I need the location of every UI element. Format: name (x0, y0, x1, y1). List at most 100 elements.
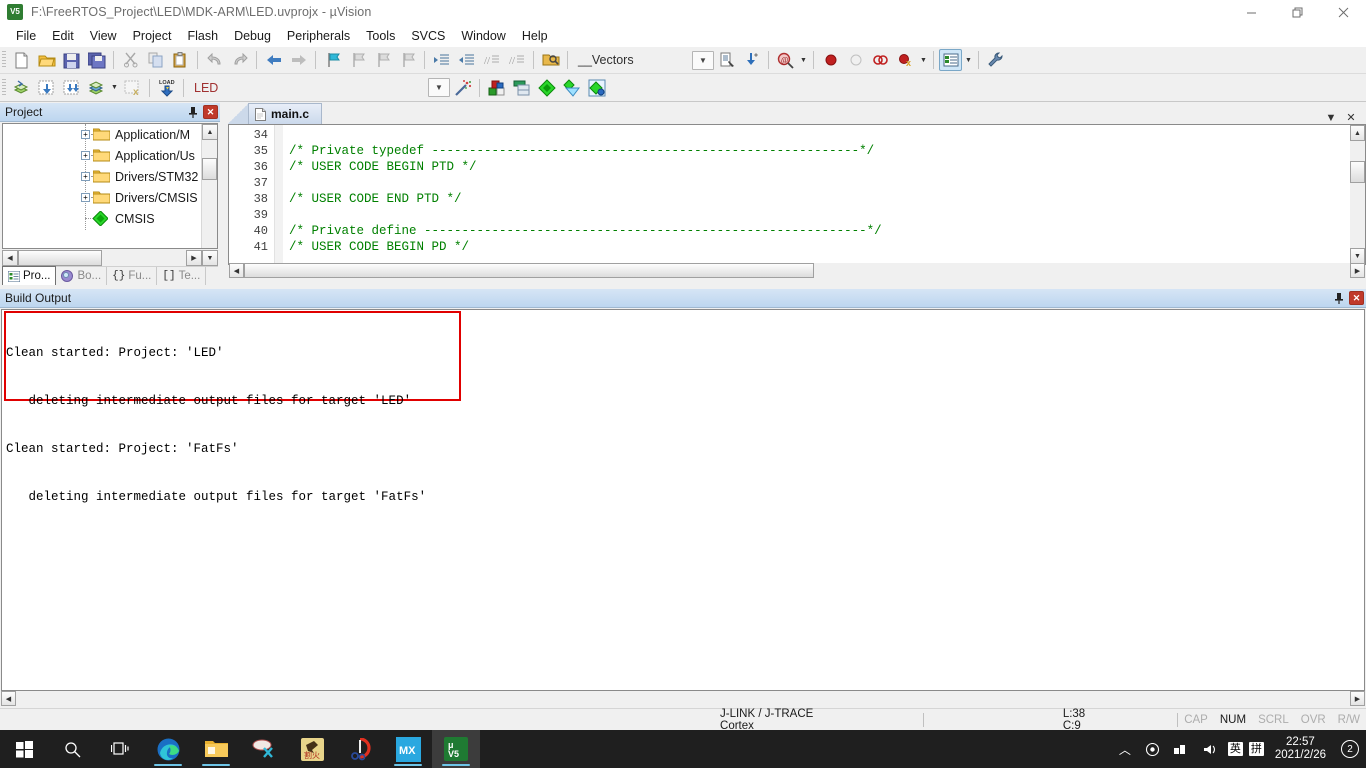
mx-button[interactable]: MX (384, 730, 432, 768)
project-tree-scrollbar-vertical[interactable]: ▲ (201, 124, 217, 248)
expand-icon[interactable]: + (81, 151, 90, 160)
ime-mode-indicator[interactable]: 拼 (1248, 742, 1264, 756)
debug-magnify-icon[interactable]: @ (774, 49, 797, 71)
editor-scrollbar-vertical[interactable]: ▲ ▼ (1350, 125, 1365, 264)
code-editor[interactable]: 34 35 36 37 38 39 40 41 /* Private typed… (228, 124, 1366, 265)
stop-build-icon[interactable]: x (121, 77, 144, 99)
chevron-down-icon[interactable]: ▼ (109, 77, 120, 99)
scroll-thumb[interactable] (202, 158, 217, 180)
scroll-thumb[interactable] (1350, 161, 1365, 183)
chevron-down-icon[interactable]: ▼ (963, 49, 974, 71)
menu-window[interactable]: Window (453, 27, 513, 45)
cut-icon[interactable] (119, 49, 142, 71)
chevron-down-icon[interactable]: ▼ (918, 49, 929, 71)
menu-peripherals[interactable]: Peripherals (279, 27, 358, 45)
paste-icon[interactable] (169, 49, 192, 71)
chevron-down-icon[interactable]: ▼ (798, 49, 809, 71)
scroll-thumb[interactable] (18, 250, 102, 266)
disable-breakpoint-icon[interactable] (844, 49, 867, 71)
scroll-down-arrow[interactable]: ▼ (1350, 248, 1365, 264)
notification-center-icon[interactable]: 2 (1334, 740, 1366, 758)
toolbar-grip[interactable] (2, 78, 6, 97)
configure-icon[interactable] (715, 49, 738, 71)
pack-filter-icon[interactable] (585, 77, 608, 99)
function-combo-dropdown[interactable]: ▼ (692, 50, 714, 70)
comment-icon[interactable]: // (480, 49, 503, 71)
snip-button[interactable] (240, 730, 288, 768)
scroll-right-arrow[interactable]: ▶ (1350, 691, 1365, 706)
toolbar-grip[interactable] (2, 51, 6, 69)
menu-project[interactable]: Project (125, 27, 180, 45)
menu-edit[interactable]: Edit (44, 27, 82, 45)
scroll-right-arrow[interactable]: ▶ (1350, 263, 1365, 278)
ime-language-indicator[interactable]: 英 (1227, 742, 1243, 756)
download-load-icon[interactable]: LOAD (155, 77, 178, 99)
save-icon[interactable] (60, 49, 83, 71)
batch-build-icon[interactable] (85, 77, 108, 99)
bookmark-clear-icon[interactable] (396, 49, 419, 71)
close-icon[interactable]: ✕ (1349, 291, 1364, 305)
build-output-scrollbar-horizontal[interactable]: ◀ ▶ (1, 691, 1365, 706)
chevron-up-icon[interactable]: ︿ (1112, 741, 1138, 758)
insert-icon[interactable] (740, 49, 763, 71)
configure-toolbar-icon[interactable] (984, 49, 1007, 71)
code-text[interactable]: /* Private typedef ---------------------… (283, 125, 1365, 264)
open-file-icon[interactable] (35, 49, 58, 71)
bookmark-toggle-icon[interactable] (321, 49, 344, 71)
target-options-icon[interactable] (485, 77, 508, 99)
menu-view[interactable]: View (82, 27, 125, 45)
menu-debug[interactable]: Debug (226, 27, 279, 45)
navigate-forward-icon[interactable] (287, 49, 310, 71)
expand-icon[interactable]: + (81, 193, 90, 202)
tab-books[interactable]: Bo... (56, 267, 108, 285)
app-yellow-button[interactable]: 割火 (288, 730, 336, 768)
tree-item-application-m[interactable]: + Application/M (3, 124, 203, 145)
scroll-down-arrow[interactable]: ▼ (202, 250, 218, 266)
function-combo-value[interactable]: __Vectors (572, 53, 692, 67)
tab-templates[interactable]: [] Te... (157, 267, 207, 285)
editor-tab-main-c[interactable]: main.c (248, 103, 323, 124)
chevron-down-icon[interactable]: ▼ (1324, 112, 1338, 124)
scroll-left-arrow[interactable]: ◀ (2, 250, 18, 266)
breakpoint-margin[interactable] (275, 125, 283, 264)
new-file-icon[interactable] (10, 49, 33, 71)
expand-icon[interactable]: + (81, 172, 90, 181)
scroll-thumb[interactable] (244, 263, 814, 278)
redo-icon[interactable] (228, 49, 251, 71)
scroll-left-arrow[interactable]: ◀ (1, 691, 16, 706)
project-tree[interactable]: + Application/M + Application/Us + Drive… (2, 123, 218, 249)
copy-icon[interactable] (144, 49, 167, 71)
menu-flash[interactable]: Flash (179, 27, 226, 45)
expand-icon[interactable]: + (81, 130, 90, 139)
kill-all-breakpoints-icon[interactable]: x (894, 49, 917, 71)
close-icon[interactable]: ✕ (203, 105, 218, 119)
pack-installer-icon[interactable] (535, 77, 558, 99)
minimize-button[interactable] (1228, 0, 1274, 25)
insert-breakpoint-icon[interactable] (819, 49, 842, 71)
menu-file[interactable]: File (8, 27, 44, 45)
build-icon[interactable] (35, 77, 58, 99)
tab-functions[interactable]: {} Fu... (107, 267, 158, 285)
start-button[interactable] (0, 730, 48, 768)
navigate-back-icon[interactable] (262, 49, 285, 71)
menu-svcs[interactable]: SVCS (403, 27, 453, 45)
onedrive-icon[interactable] (1138, 742, 1167, 756)
rebuild-icon[interactable] (60, 77, 83, 99)
uvision-button[interactable]: μ V5 (432, 730, 480, 768)
explorer-button[interactable] (192, 730, 240, 768)
edge-button[interactable] (144, 730, 192, 768)
undo-icon[interactable] (203, 49, 226, 71)
task-view-button[interactable] (96, 730, 144, 768)
target-combo-dropdown[interactable]: ▼ (428, 78, 450, 97)
volume-icon[interactable] (1196, 743, 1225, 756)
magic-wand-icon[interactable] (451, 77, 474, 99)
scroll-up-arrow[interactable]: ▲ (1350, 125, 1365, 141)
restore-button[interactable] (1274, 0, 1320, 25)
close-button[interactable] (1320, 0, 1366, 25)
pin-icon[interactable] (185, 105, 201, 120)
menu-help[interactable]: Help (514, 27, 556, 45)
project-tree-scrollbar-horizontal[interactable]: ◀ ▶ ▼ (2, 250, 218, 266)
scroll-left-arrow[interactable]: ◀ (229, 263, 244, 278)
translate-icon[interactable] (10, 77, 33, 99)
bookmark-prev-icon[interactable] (346, 49, 369, 71)
